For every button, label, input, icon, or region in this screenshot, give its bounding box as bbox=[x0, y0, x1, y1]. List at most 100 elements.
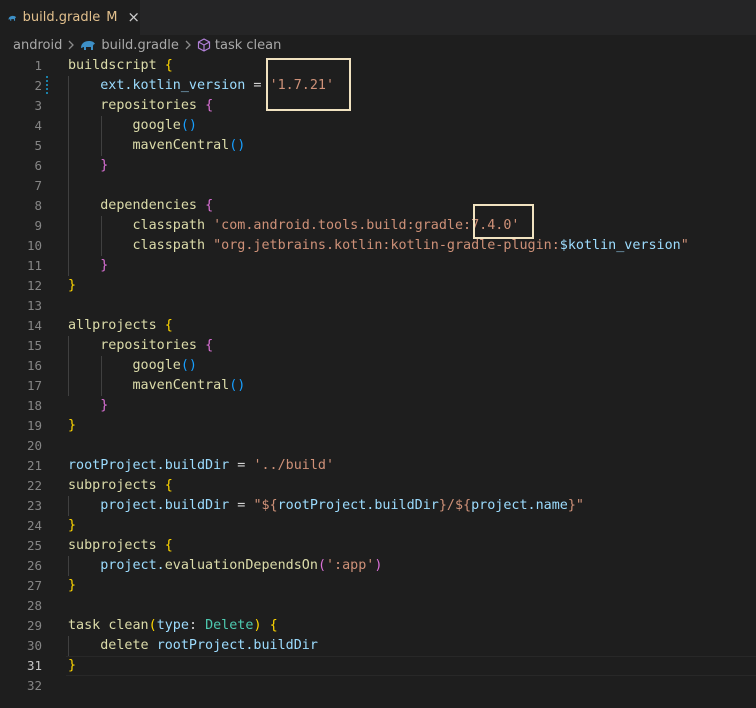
code-line[interactable]: 25 subprojects { bbox=[0, 536, 756, 556]
code-line[interactable]: 7 bbox=[0, 176, 756, 196]
code-line[interactable]: 1 buildscript { bbox=[0, 56, 756, 76]
code-line[interactable]: 17 mavenCentral() bbox=[0, 376, 756, 396]
close-icon[interactable]: × bbox=[127, 10, 140, 25]
code-line[interactable]: 5 mavenCentral() bbox=[0, 136, 756, 156]
code-line[interactable]: 32 bbox=[0, 676, 756, 696]
code-line[interactable]: 22 subprojects { bbox=[0, 476, 756, 496]
code-line[interactable]: 11 } bbox=[0, 256, 756, 276]
code-token: ) bbox=[374, 558, 383, 573]
code-text: project.evaluationDependsOn(':app') bbox=[68, 556, 382, 576]
code-line[interactable]: 31} bbox=[0, 656, 756, 676]
breadcrumb-folder[interactable]: android bbox=[13, 38, 62, 53]
code-token: } bbox=[68, 518, 77, 533]
code-line[interactable]: 27} bbox=[0, 576, 756, 596]
code-line[interactable]: 4 google() bbox=[0, 116, 756, 136]
code-line[interactable]: 3 repositories { bbox=[0, 96, 756, 116]
code-line[interactable]: 12} bbox=[0, 276, 756, 296]
code-token: { bbox=[205, 338, 214, 353]
code-token: subprojects bbox=[68, 538, 157, 553]
code-line[interactable]: 16 google() bbox=[0, 356, 756, 376]
code-token: () bbox=[180, 358, 197, 373]
code-token: { bbox=[164, 538, 173, 553]
breadcrumb-file[interactable]: build.gradle bbox=[101, 38, 179, 53]
code-token: $kotlin_version bbox=[559, 238, 681, 253]
code-token: } bbox=[68, 278, 77, 293]
code-token: { bbox=[164, 318, 173, 333]
code-text: repositories { bbox=[68, 336, 213, 356]
line-number: 5 bbox=[34, 138, 42, 153]
code-token: google bbox=[132, 358, 181, 373]
code-text: allprojects { bbox=[68, 316, 173, 336]
code-line[interactable]: 15 repositories { bbox=[0, 336, 756, 356]
line-number: 11 bbox=[26, 258, 42, 273]
code-line[interactable]: 24} bbox=[0, 516, 756, 536]
line-number: 21 bbox=[26, 458, 42, 473]
code-line[interactable]: 30 delete rootProject.buildDir bbox=[0, 636, 756, 656]
line-number: 24 bbox=[26, 518, 42, 533]
chevron-right-icon bbox=[68, 40, 75, 50]
code-token: "${ bbox=[253, 498, 278, 513]
tab-build-gradle[interactable]: build.gradle M × bbox=[0, 0, 140, 35]
line-number: 26 bbox=[26, 558, 42, 573]
code-token: { bbox=[164, 58, 173, 73]
line-number: 10 bbox=[26, 238, 42, 253]
code-line[interactable]: 29 task clean(type: Delete) { bbox=[0, 616, 756, 636]
code-line[interactable]: 26 project.evaluationDependsOn(':app') bbox=[0, 556, 756, 576]
tab-bar: build.gradle M × bbox=[0, 0, 756, 35]
code-token: } bbox=[68, 658, 77, 673]
code-token: ( bbox=[148, 618, 157, 633]
line-number: 4 bbox=[34, 118, 42, 133]
code-line[interactable]: 23 project.buildDir = "${rootProject.bui… bbox=[0, 496, 756, 516]
code-token: { bbox=[205, 98, 214, 113]
line-number: 13 bbox=[26, 298, 42, 313]
code-token: google bbox=[132, 118, 181, 133]
code-line[interactable]: 8 dependencies { bbox=[0, 196, 756, 216]
highlight-box-kotlin-version bbox=[266, 58, 351, 111]
code-token: } bbox=[100, 258, 109, 273]
code-line[interactable]: 13 bbox=[0, 296, 756, 316]
code-token: () bbox=[229, 138, 246, 153]
code-line[interactable]: 10 classpath "org.jetbrains.kotlin:kotli… bbox=[0, 236, 756, 256]
code-token: ':app' bbox=[326, 558, 375, 573]
code-editor[interactable]: 1 buildscript {2 ext.kotlin_version = '1.… bbox=[0, 56, 756, 708]
code-line[interactable]: 6 } bbox=[0, 156, 756, 176]
code-line[interactable]: 28 bbox=[0, 596, 756, 616]
line-number: 1 bbox=[34, 58, 42, 73]
code-line[interactable]: 2 ext.kotlin_version = '1.7.21' bbox=[0, 76, 756, 96]
code-text: google() bbox=[68, 116, 198, 136]
code-token: rootProject.buildDir bbox=[277, 498, 439, 513]
tab-label: build.gradle bbox=[22, 10, 101, 25]
chevron-right-icon bbox=[185, 40, 191, 50]
code-text: project.buildDir = "${rootProject.buildD… bbox=[68, 496, 584, 516]
code-token: project.buildDir bbox=[100, 498, 230, 513]
code-line[interactable]: 21 rootProject.buildDir = '../build' bbox=[0, 456, 756, 476]
line-number: 32 bbox=[26, 678, 42, 693]
code-text: repositories { bbox=[68, 96, 213, 116]
code-line[interactable]: 19} bbox=[0, 416, 756, 436]
line-number: 12 bbox=[26, 278, 42, 293]
breadcrumb-symbol[interactable]: task clean bbox=[215, 38, 281, 53]
code-line[interactable]: 14 allprojects { bbox=[0, 316, 756, 336]
code-token: '../build' bbox=[253, 458, 335, 473]
code-token: { bbox=[205, 198, 214, 213]
code-line[interactable]: 9 classpath 'com.android.tools.build:gra… bbox=[0, 216, 756, 236]
code-line[interactable]: 18 } bbox=[0, 396, 756, 416]
highlight-box-gradle-version bbox=[473, 204, 534, 239]
line-number: 18 bbox=[26, 398, 42, 413]
code-line[interactable]: 20 bbox=[0, 436, 756, 456]
code-text: subprojects { bbox=[68, 476, 173, 496]
